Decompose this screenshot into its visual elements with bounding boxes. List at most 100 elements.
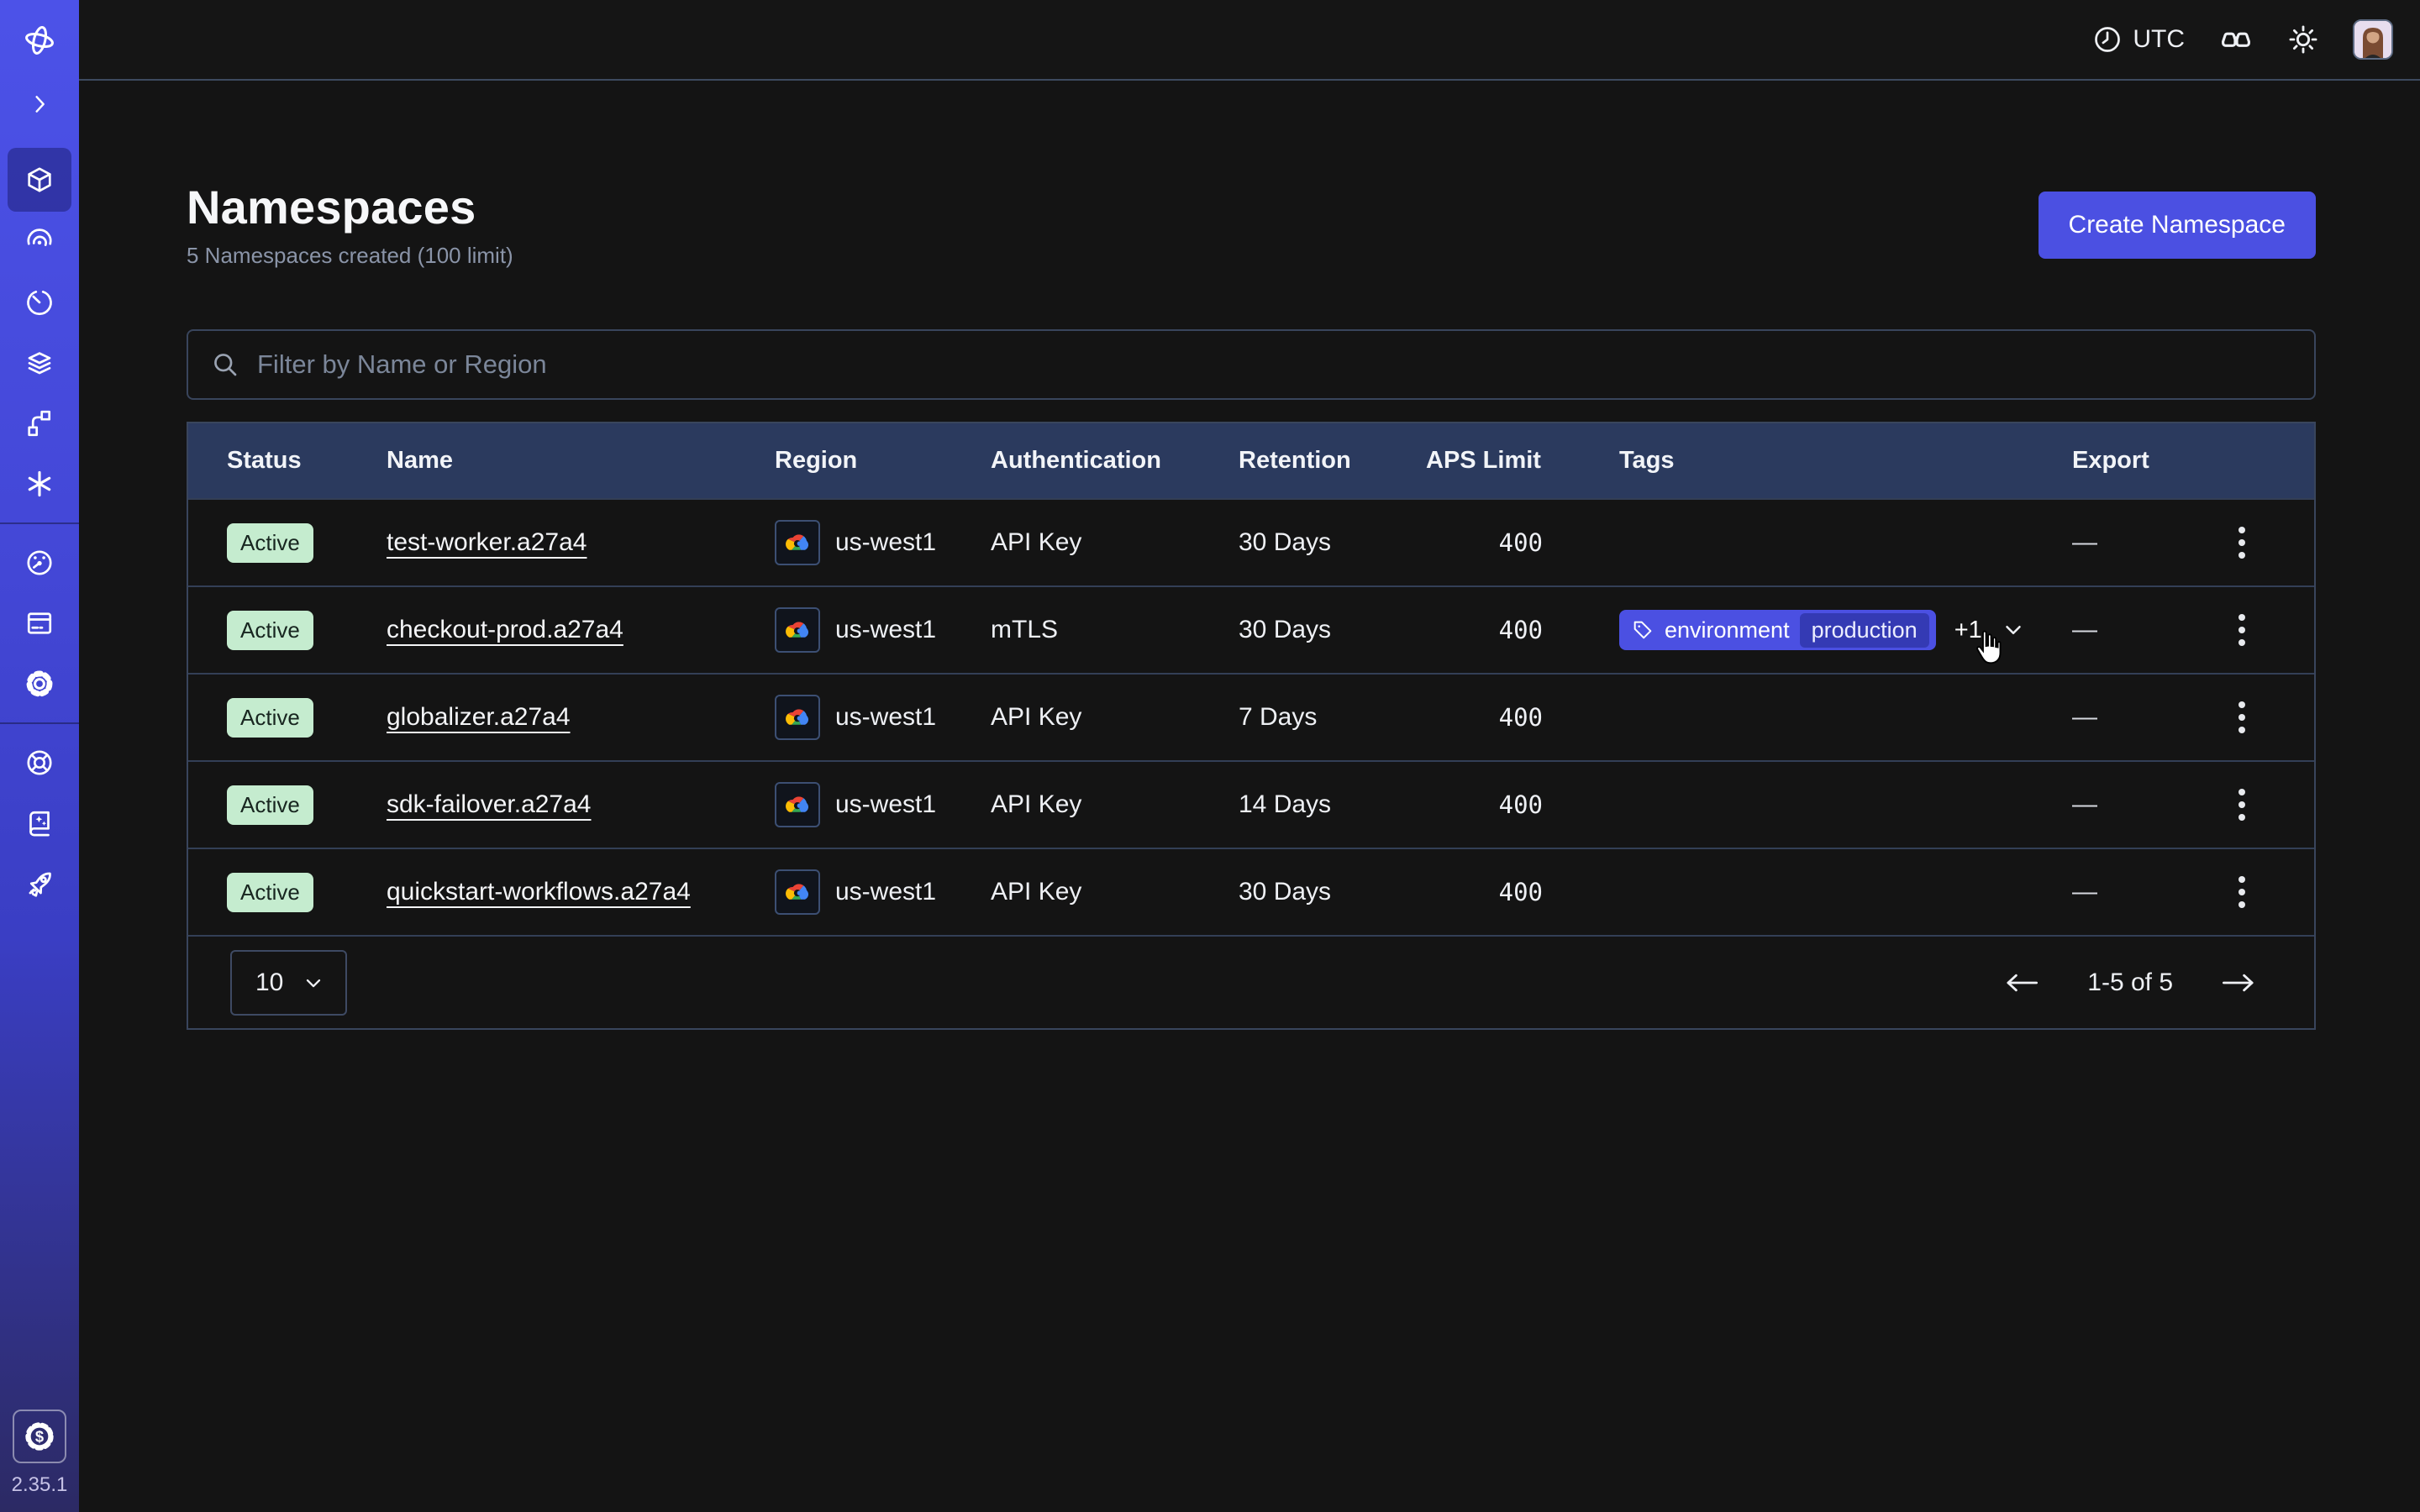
tag-more-count: +1	[1954, 617, 1982, 644]
tags-expand-chevron-icon[interactable]	[2001, 617, 2026, 643]
aps-limit-value: 400	[1426, 703, 1543, 732]
retention-value: 14 Days	[1239, 790, 1426, 819]
sidebar-item-namespaces[interactable]	[8, 148, 71, 212]
col-export: Export	[2035, 447, 2170, 475]
billing-card-icon	[24, 608, 55, 638]
auth-method: API Key	[991, 528, 1239, 557]
status-badge: Active	[227, 698, 313, 738]
tag-value: production	[1800, 613, 1929, 648]
status-badge: Active	[227, 785, 313, 825]
app-version: 2.35.1	[12, 1473, 68, 1497]
workflows-spiral-icon	[24, 227, 55, 257]
usage-gauge-icon	[24, 548, 55, 578]
export-value: —	[2035, 616, 2170, 644]
row-actions-menu[interactable]	[2238, 614, 2245, 646]
table-body: Active test-worker.a27a4 us-west1	[188, 498, 2314, 935]
region-label: us-west1	[835, 616, 936, 644]
namespace-link[interactable]: test-worker.a27a4	[387, 528, 587, 556]
asterisk-icon	[24, 469, 55, 499]
schedules-timer-icon	[24, 287, 55, 318]
sidebar-item-support[interactable]	[8, 732, 71, 793]
col-tags: Tags	[1543, 447, 2035, 475]
namespace-link[interactable]: checkout-prod.a27a4	[387, 616, 623, 643]
glasses-icon	[2218, 22, 2254, 57]
page-size-select[interactable]: 10	[230, 950, 347, 1016]
temporal-logo-icon[interactable]	[0, 0, 79, 81]
namespace-link[interactable]: quickstart-workflows.a27a4	[387, 878, 691, 906]
avatar-image	[2354, 21, 2391, 58]
prev-page-button[interactable]	[2003, 970, 2040, 995]
sidebar-item-billing[interactable]	[8, 593, 71, 654]
support-lifebuoy-icon	[24, 748, 55, 778]
tag-pill[interactable]: environment production	[1619, 610, 1936, 650]
savings-badge-button[interactable]: $	[13, 1410, 66, 1463]
sidebar-item-deployments[interactable]	[8, 333, 71, 393]
col-name: Name	[387, 447, 775, 475]
theme-toggle-button[interactable]	[2287, 24, 2319, 55]
col-aps-limit: APS Limit	[1426, 447, 1543, 475]
sidebar-item-asterisk[interactable]	[8, 454, 71, 514]
chevron-down-icon	[302, 971, 325, 995]
row-actions-menu[interactable]	[2238, 527, 2245, 559]
gcp-cloud-icon	[775, 607, 820, 653]
namespaces-table: Status Name Region Authentication Retent…	[187, 422, 2316, 1030]
row-actions-menu[interactable]	[2238, 789, 2245, 821]
retention-value: 7 Days	[1239, 703, 1426, 732]
sidebar-expand-button[interactable]	[8, 81, 71, 128]
region-label: us-west1	[835, 703, 936, 732]
sidebar-item-workflows[interactable]	[8, 212, 71, 272]
row-actions-menu[interactable]	[2238, 876, 2245, 908]
status-badge: Active	[227, 523, 313, 563]
retention-value: 30 Days	[1239, 878, 1426, 906]
namespaces-cube-icon	[24, 165, 55, 195]
search-input[interactable]	[257, 331, 2314, 398]
table-header: Status Name Region Authentication Retent…	[188, 423, 2314, 498]
deployments-layers-icon	[24, 348, 55, 378]
savings-badge-icon: $	[23, 1420, 56, 1453]
sidebar-item-getting-started[interactable]	[8, 853, 71, 914]
namespace-count-subtitle: 5 Namespaces created (100 limit)	[187, 243, 513, 269]
status-badge: Active	[227, 611, 313, 650]
export-value: —	[2035, 878, 2170, 906]
col-authentication: Authentication	[991, 447, 1239, 475]
table-row: Active sdk-failover.a27a4 us-west1	[188, 760, 2314, 848]
auth-method: API Key	[991, 703, 1239, 732]
retention-value: 30 Days	[1239, 616, 1426, 644]
svg-text:$: $	[35, 1428, 44, 1446]
main-content: Namespaces 5 Namespaces created (100 lim…	[79, 81, 2420, 1512]
gcp-cloud-icon	[775, 869, 820, 915]
user-avatar[interactable]	[2353, 19, 2393, 60]
docs-book-icon	[24, 808, 55, 838]
table-row: Active test-worker.a27a4 us-west1	[188, 498, 2314, 585]
settings-gear-icon	[24, 669, 55, 699]
labs-mode-button[interactable]	[2218, 22, 2254, 57]
tag-icon	[1631, 618, 1655, 642]
clock-icon	[2092, 24, 2123, 55]
page-size-value: 10	[255, 969, 283, 997]
timezone-label: UTC	[2133, 25, 2185, 54]
region-label: us-west1	[835, 528, 936, 557]
aps-limit-value: 400	[1426, 528, 1543, 557]
create-namespace-button[interactable]: Create Namespace	[2039, 192, 2316, 259]
row-actions-menu[interactable]	[2238, 701, 2245, 733]
getting-started-rocket-icon	[24, 869, 55, 899]
nexus-branch-icon	[24, 408, 55, 438]
timezone-button[interactable]: UTC	[2092, 24, 2185, 55]
gcp-cloud-icon	[775, 782, 820, 827]
namespace-link[interactable]: sdk-failover.a27a4	[387, 790, 592, 818]
sidebar-item-nexus[interactable]	[8, 393, 71, 454]
gcp-cloud-icon	[775, 520, 820, 565]
sidebar-item-usage[interactable]	[8, 533, 71, 593]
table-footer: 10 1-5 of 5	[188, 935, 2314, 1028]
region-label: us-west1	[835, 878, 936, 906]
sidebar-item-docs[interactable]	[8, 793, 71, 853]
sidebar: $ 2.35.1	[0, 0, 79, 1512]
sidebar-divider	[0, 522, 79, 524]
namespace-link[interactable]: globalizer.a27a4	[387, 703, 571, 731]
auth-method: mTLS	[991, 616, 1239, 644]
next-page-button[interactable]	[2220, 970, 2257, 995]
filter-search[interactable]	[187, 329, 2316, 400]
tag-key: environment	[1665, 617, 1790, 643]
sidebar-item-schedules[interactable]	[8, 272, 71, 333]
sidebar-item-settings[interactable]	[8, 654, 71, 714]
